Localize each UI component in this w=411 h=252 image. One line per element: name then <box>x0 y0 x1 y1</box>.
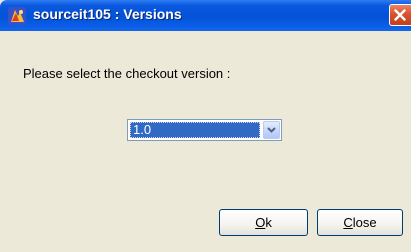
version-dropdown[interactable]: 1.0 <box>127 119 282 141</box>
chevron-down-icon <box>267 127 276 133</box>
close-button-label: lose <box>352 215 377 230</box>
ok-button-mnemonic: O <box>255 215 266 230</box>
close-button[interactable]: Close <box>317 209 403 236</box>
app-icon <box>8 7 26 25</box>
ok-button-label: k <box>265 215 272 230</box>
versions-dialog: sourceit105 : Versions Please select the… <box>0 0 411 252</box>
prompt-label: Please select the checkout version : <box>23 66 231 81</box>
ok-button[interactable]: Ok <box>219 209 308 236</box>
close-button-mnemonic: C <box>343 215 353 230</box>
window-close-button[interactable] <box>389 4 411 26</box>
dropdown-arrow-button[interactable] <box>263 121 280 139</box>
close-icon <box>394 9 406 21</box>
version-selected-value[interactable]: 1.0 <box>130 122 260 138</box>
title-bar[interactable]: sourceit105 : Versions <box>0 0 411 31</box>
window-title: sourceit105 : Versions <box>33 6 182 22</box>
